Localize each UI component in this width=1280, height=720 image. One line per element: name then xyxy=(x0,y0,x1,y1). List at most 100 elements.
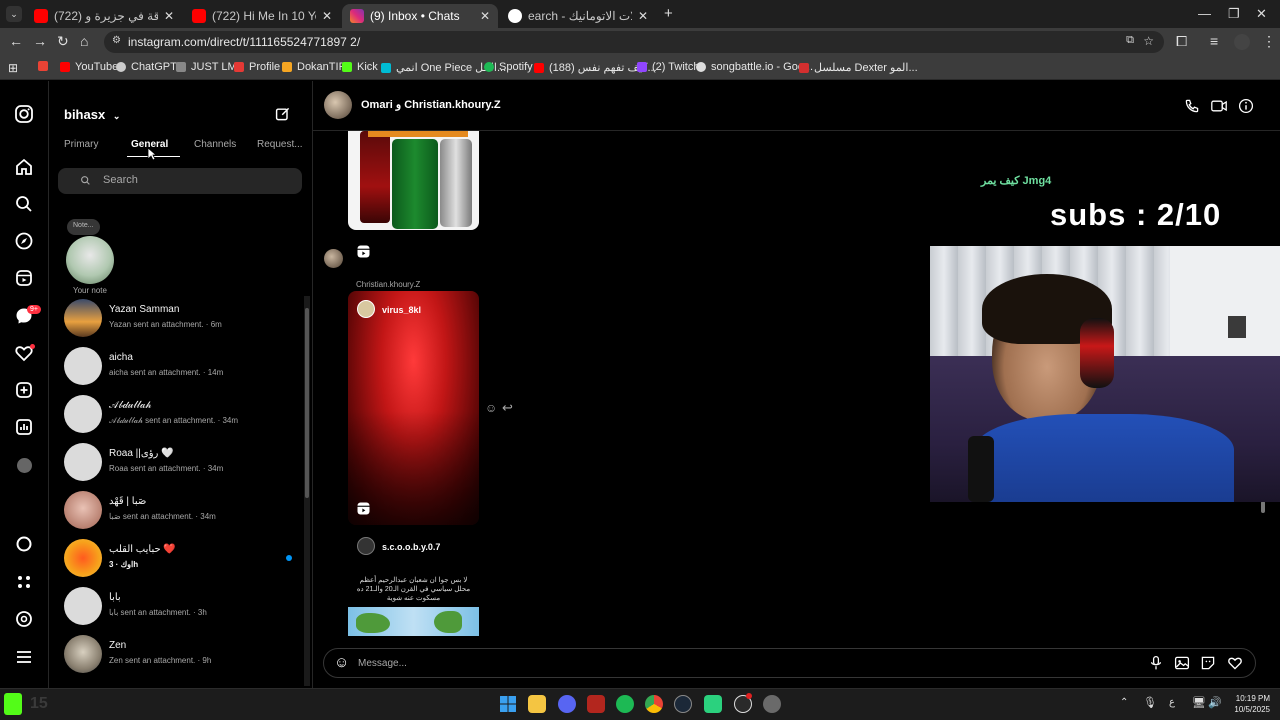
list-scrollbar[interactable] xyxy=(304,296,310,686)
browser-tab-4[interactable]: earch - طول العسالات الاتومانيك ✕ xyxy=(500,4,656,28)
extensions-icon[interactable]: ⧠ xyxy=(1176,33,1187,50)
close-tab-icon[interactable]: ✕ xyxy=(638,9,648,23)
voicemeeter-icon[interactable] xyxy=(587,695,605,713)
dashboard-icon[interactable] xyxy=(14,417,34,437)
new-message-icon[interactable] xyxy=(275,106,291,122)
account-switcher[interactable]: bihasx ⌄ xyxy=(64,107,120,122)
app-green-icon[interactable] xyxy=(704,695,722,713)
reply-icon[interactable]: ↩ xyxy=(502,400,513,416)
volume-icon[interactable]: 🔊 xyxy=(1208,696,1222,709)
conversation-item[interactable]: 𝒜𝒷𝒹𝓊𝓁𝓁𝒶𝒽 𝒜𝒷𝒹𝓊𝓁𝓁𝒶𝒽 sent an attachment. · … xyxy=(64,392,304,436)
microphone-icon[interactable] xyxy=(1149,655,1163,671)
settings-gear-icon[interactable] xyxy=(763,695,781,713)
tab-primary[interactable]: Primary xyxy=(64,139,98,150)
gmail-icon[interactable] xyxy=(38,61,53,71)
chrome-icon[interactable] xyxy=(645,695,663,713)
shared-reel[interactable]: virus_8kl xyxy=(348,291,479,525)
back-icon[interactable]: ← xyxy=(9,33,23,49)
threads-icon[interactable] xyxy=(14,534,34,554)
chat-title[interactable]: Omari و Christian.khoury.Z xyxy=(361,98,501,111)
bookmark-twitch[interactable]: (2) Twitch xyxy=(637,61,699,73)
video-call-icon[interactable] xyxy=(1210,98,1228,114)
react-emoji-icon[interactable]: ☺ xyxy=(485,401,497,415)
close-tab-icon[interactable]: ✕ xyxy=(322,9,332,23)
sticker-icon[interactable] xyxy=(1200,655,1216,671)
address-bar[interactable]: ⚙ instagram.com/direct/t/111165524771897… xyxy=(104,31,1164,53)
message-input-placeholder[interactable]: Message... xyxy=(358,658,407,669)
browser-tab-2[interactable]: (722) Hi Me In 10 Years - YouTu ✕ xyxy=(184,4,340,28)
image-upload-icon[interactable] xyxy=(1174,655,1190,671)
forward-icon[interactable]: → xyxy=(33,33,47,49)
windows-start-icon[interactable] xyxy=(499,695,517,713)
post-username[interactable]: s.c.o.o.b.y.0.7 xyxy=(382,542,440,552)
close-tab-icon[interactable]: ✕ xyxy=(164,9,174,23)
apps-grid-icon[interactable]: ⊞ xyxy=(8,61,18,75)
spotify-icon[interactable] xyxy=(616,695,634,713)
input-language[interactable]: ع xyxy=(1169,697,1175,708)
install-app-icon[interactable]: ⧉ xyxy=(1126,34,1134,47)
conversation-item[interactable]: صَبا | قَهْد صَبا sent an attachment. · … xyxy=(64,488,304,532)
tab-search-icon[interactable]: ⌄ xyxy=(6,6,22,22)
emoji-picker-icon[interactable]: ☺ xyxy=(334,654,349,671)
conversation-info-icon[interactable] xyxy=(1238,98,1254,114)
hamburger-menu-icon[interactable] xyxy=(14,647,34,667)
profile-avatar-icon[interactable] xyxy=(17,458,32,473)
browser-tab-1[interactable]: (722) جمعت الافرقة في جزيرة و... ✕ xyxy=(26,4,182,28)
create-icon[interactable] xyxy=(14,380,34,400)
shared-post-card[interactable]: s.c.o.o.b.y.0.7 لا بس جوا ان شعبان عبدال… xyxy=(348,531,479,636)
conversation-item[interactable]: Yazan Samman Yazan sent an attachment. ·… xyxy=(64,296,304,340)
your-note[interactable]: Note... Your note xyxy=(64,214,116,295)
network-icon[interactable]: 🖥 xyxy=(1192,696,1206,709)
threads-app-icon[interactable] xyxy=(14,609,34,629)
bookmark-kick[interactable]: Kick xyxy=(342,61,378,73)
reel-username[interactable]: virus_8kl xyxy=(382,305,421,315)
conversation-item[interactable]: بابا بابا sent an attachment. · 3h xyxy=(64,584,304,628)
bookmark-youtube[interactable]: YouTube xyxy=(60,61,118,73)
bookmark-dokantip[interactable]: DokanTIP xyxy=(282,61,346,73)
message-composer[interactable]: ☺ Message... xyxy=(323,648,1256,678)
minimize-button[interactable]: — xyxy=(1198,6,1211,21)
more-apps-icon[interactable] xyxy=(14,572,34,592)
restore-button[interactable]: ❐ xyxy=(1228,6,1240,22)
close-tab-icon[interactable]: ✕ xyxy=(480,9,490,23)
chrome-menu-icon[interactable]: ⋮ xyxy=(1262,33,1276,50)
chat-scrollbar-thumb[interactable] xyxy=(1261,501,1265,513)
audio-call-icon[interactable] xyxy=(1184,98,1200,114)
explore-icon[interactable] xyxy=(14,231,34,251)
bookmark-star-icon[interactable]: ☆ xyxy=(1143,34,1154,48)
media-control-icon[interactable]: ≡ xyxy=(1210,33,1218,49)
steam-icon[interactable] xyxy=(674,695,692,713)
site-info-icon[interactable]: ⚙ xyxy=(112,35,121,46)
list-scrollbar-thumb[interactable] xyxy=(305,308,309,498)
discord-icon[interactable] xyxy=(558,695,576,713)
instagram-logo-icon[interactable] xyxy=(14,104,34,124)
browser-tab-3-active[interactable]: (9) Inbox • Chats ✕ xyxy=(342,4,498,28)
reload-icon[interactable]: ↻ xyxy=(57,33,69,50)
bookmark-chatgpt[interactable]: ChatGPT xyxy=(116,61,177,73)
home-icon[interactable] xyxy=(14,157,34,177)
group-avatar[interactable] xyxy=(324,91,352,119)
search-input[interactable]: Search xyxy=(58,168,302,194)
bookmark-profile[interactable]: Profile xyxy=(234,61,280,73)
bookmark-dexter[interactable]: مسلسل Dexter المو... xyxy=(799,61,918,74)
conversation-item[interactable]: Zen Zen sent an attachment. · 9h xyxy=(64,632,304,676)
conversation-item[interactable]: حبايب القلب ❤️ اوك · 3h xyxy=(64,536,304,580)
tab-requests[interactable]: Request... xyxy=(257,139,303,150)
close-window-button[interactable]: ✕ xyxy=(1256,6,1267,22)
conversation-item[interactable]: Roaa ||رؤى 🤍 Roaa sent an attachment. · … xyxy=(64,440,304,484)
conversation-item[interactable]: aicha aicha sent an attachment. · 14m xyxy=(64,344,304,388)
profile-avatar[interactable] xyxy=(1234,34,1250,50)
tray-chevron-up-icon[interactable]: ⌃ xyxy=(1120,697,1128,708)
reel-icon[interactable] xyxy=(356,244,371,259)
file-explorer-icon[interactable] xyxy=(528,695,546,713)
clock[interactable]: 10:19 PM 10/5/2025 xyxy=(1228,693,1270,715)
home-icon[interactable]: ⌂ xyxy=(80,33,88,49)
bookmark-spotify[interactable]: Spotify xyxy=(484,61,533,73)
search-icon[interactable] xyxy=(14,194,34,214)
bookmark-songbattle[interactable]: songbattle.io - Goo... xyxy=(696,61,813,73)
like-heart-icon[interactable] xyxy=(1227,655,1243,671)
tray-mic-icon[interactable]: 🎙 xyxy=(1143,696,1157,709)
reels-icon[interactable] xyxy=(14,268,34,288)
kick-widget[interactable] xyxy=(4,693,22,715)
new-tab-button[interactable]: + xyxy=(664,5,673,22)
